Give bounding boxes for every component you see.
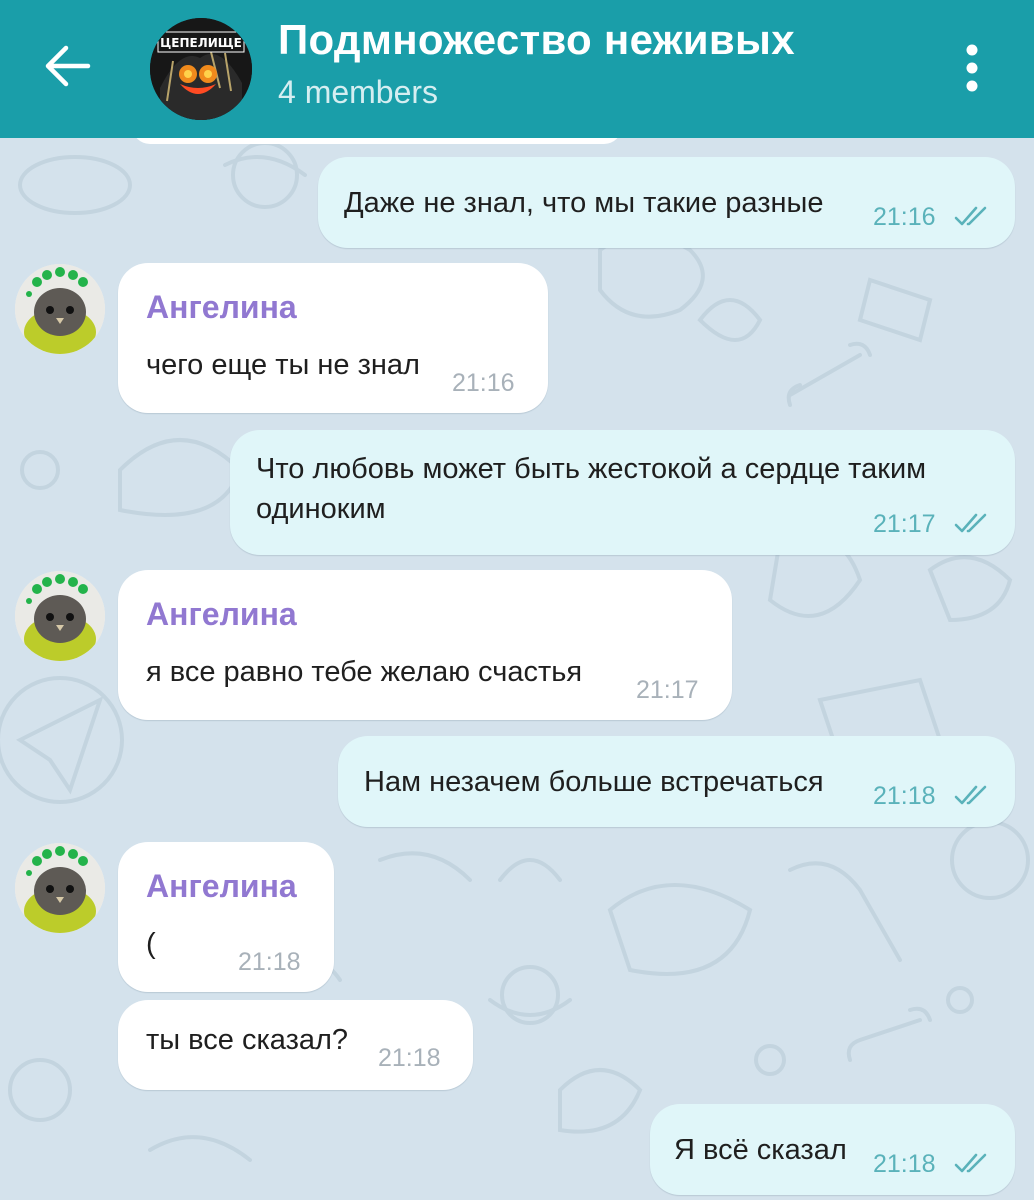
sender-name[interactable]: Ангелина [146, 596, 297, 633]
sender-name[interactable]: Ангелина [146, 289, 297, 326]
message-bubble-incoming[interactable]: Ангелина ( 21:18 [118, 842, 334, 992]
message-bubble-outgoing[interactable]: Я всё сказал 21:18 [650, 1104, 1015, 1195]
message-text: я все равно тебе желаю счастья [146, 656, 583, 688]
message-text: ты все сказал? [146, 1024, 349, 1056]
message-time: 21:18 [873, 782, 936, 810]
message-bubble-outgoing[interactable]: Что любовь может быть жестокой а сердце … [230, 430, 1015, 555]
message-time: 21:18 [238, 948, 301, 976]
message-bubble-incoming[interactable]: ты все сказал? 21:18 [118, 1000, 473, 1090]
message-text: Нам незачем больше встречаться [364, 766, 824, 798]
members-count[interactable]: 4 members [278, 74, 438, 111]
more-vertical-icon [966, 44, 978, 92]
double-check-icon [954, 206, 987, 226]
message-text: Я всё сказал [674, 1134, 847, 1166]
sender-name[interactable]: Ангелина [146, 868, 297, 905]
group-avatar[interactable]: ЦЕПЕЛИЩЕ [150, 18, 252, 120]
message-text: ( [146, 928, 156, 960]
back-button[interactable] [36, 34, 100, 98]
sender-avatar[interactable] [15, 264, 105, 354]
arrow-left-icon [45, 45, 91, 87]
message-bubble-outgoing[interactable]: Даже не знал, что мы такие разные 21:16 [318, 157, 1015, 248]
message-time: 21:17 [636, 676, 699, 704]
chat-header: ЦЕПЕЛИЩЕ Подмножество неживых 4 members [0, 0, 1034, 138]
group-avatar-lettering: ЦЕПЕЛИЩЕ [160, 36, 242, 50]
message-bubble-outgoing[interactable]: Нам незачем больше встречаться 21:18 [338, 736, 1015, 827]
sender-avatar[interactable] [15, 571, 105, 661]
message-time: 21:16 [873, 203, 936, 231]
message-bubble-incoming[interactable]: Ангелина чего еще ты не знал 21:16 [118, 263, 548, 413]
message-time: 21:18 [873, 1150, 936, 1178]
chat-title[interactable]: Подмножество неживых [278, 16, 795, 64]
sender-avatar[interactable] [15, 843, 105, 933]
double-check-icon [954, 513, 987, 533]
message-time: 21:17 [873, 510, 936, 538]
message-text-line-1: Что любовь может быть жестокой а сердце … [256, 453, 927, 485]
bird-avatar-image [15, 264, 105, 354]
message-text: чего еще ты не знал [146, 349, 420, 381]
double-check-icon [954, 785, 987, 805]
message-text: Даже не знал, что мы такие разные [344, 187, 824, 219]
message-bubble-incoming[interactable]: Ангелина я все равно тебе желаю счастья … [118, 570, 732, 720]
message-text-line-2: одиноким [256, 493, 386, 525]
more-options-button[interactable] [950, 38, 994, 98]
double-check-icon [954, 1153, 987, 1173]
bird-avatar-image [15, 571, 105, 661]
message-time: 21:16 [452, 369, 515, 397]
group-avatar-image: ЦЕПЕЛИЩЕ [150, 18, 252, 120]
message-time: 21:18 [378, 1044, 441, 1072]
bird-avatar-image [15, 843, 105, 933]
